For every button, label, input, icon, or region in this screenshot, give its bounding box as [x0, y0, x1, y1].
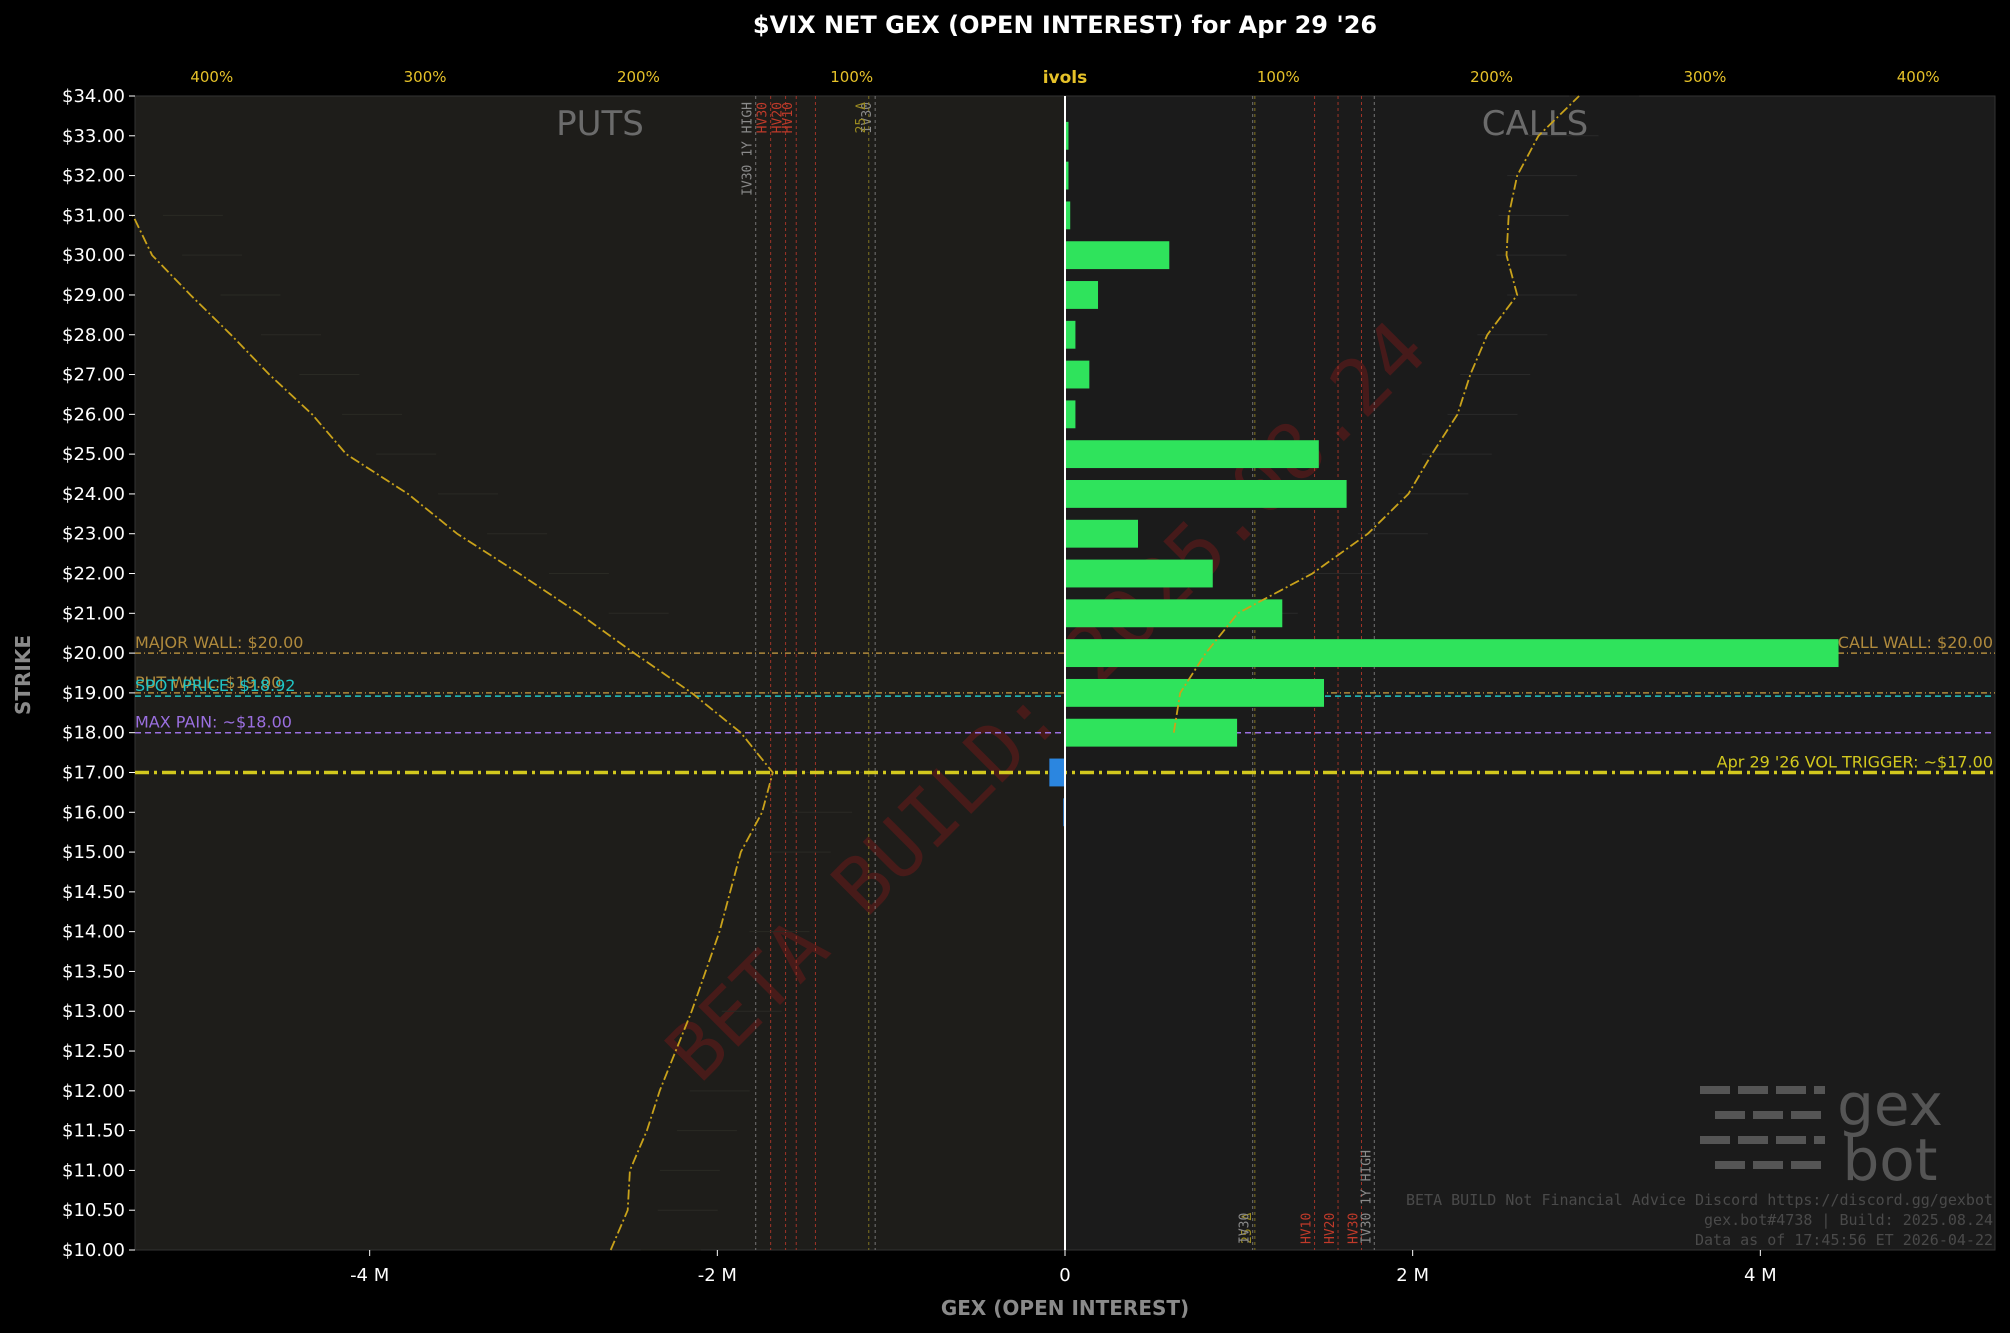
gex-bar: [1065, 400, 1076, 429]
gex-bar: [1065, 559, 1213, 588]
y-tick-label: $10.00: [62, 1240, 125, 1261]
y-tick-label: $26.00: [62, 404, 125, 425]
y-axis-title: STRIKE: [11, 635, 35, 715]
y-tick-label: $12.50: [62, 1041, 125, 1062]
ivol-tick-label: 200%: [1470, 68, 1513, 86]
chart-svg: $VIX NET GEX (OPEN INTEREST) for Apr 29 …: [11, 11, 1996, 1320]
gex-bar: [1065, 360, 1090, 389]
y-tick-label: $16.00: [62, 802, 125, 823]
ivol-line-label: HV30: [756, 102, 771, 133]
gex-bar: [1065, 718, 1238, 747]
ivol-line-label: IV30: [1238, 1213, 1253, 1244]
ivol-line-label: HV10: [1300, 1213, 1315, 1244]
gex-bar: [1065, 281, 1099, 309]
ref-line-label: MAJOR WALL: $20.00: [135, 633, 303, 652]
gex-bar: [1065, 241, 1170, 270]
gex-bar: [1065, 519, 1139, 548]
ivol-tick-label: 200%: [617, 68, 660, 86]
ivol-line-label: IV30 1Y HIGH: [1359, 1150, 1374, 1244]
logo-text: bot: [1842, 1126, 1937, 1194]
ivol-line-label: HV10: [781, 102, 796, 133]
ivol-line-label: 25 Δ: [854, 102, 869, 133]
gex-bar: [1065, 639, 1839, 668]
y-tick-label: $21.00: [62, 603, 125, 624]
gex-bar: [1065, 440, 1319, 469]
y-tick-label: $17.00: [62, 762, 125, 783]
y-tick-label: $10.50: [62, 1200, 125, 1221]
footer-line: Data as of 17:45:56 ET 2026-04-22: [1695, 1231, 1993, 1249]
y-tick-label: $29.00: [62, 285, 125, 306]
gex-bar: [1065, 599, 1283, 628]
y-tick-label: $14.50: [62, 882, 125, 903]
y-tick-label: $13.00: [62, 1001, 125, 1022]
ivol-tick-label: 100%: [1257, 68, 1300, 86]
y-tick-label: $20.00: [62, 643, 125, 664]
ivol-tick-label: 400%: [1897, 68, 1940, 86]
x-tick-label: 2 M: [1396, 1265, 1429, 1286]
ivol-tick-label: 400%: [190, 68, 233, 86]
ref-line-label: SPOT PRICE: $18.92: [135, 676, 295, 695]
y-tick-label: $18.00: [62, 723, 125, 744]
x-tick-label: -2 M: [698, 1265, 737, 1286]
y-tick-label: $11.50: [62, 1121, 125, 1142]
calls-label: CALLS: [1482, 104, 1588, 144]
y-tick-label: $34.00: [62, 86, 125, 107]
ivol-tick-label: 300%: [1683, 68, 1726, 86]
footer-line: gex.bot#4738 | Build: 2025.08.24: [1704, 1211, 1993, 1229]
ivol-line-label: HV20: [1323, 1213, 1338, 1244]
x-tick-label: -4 M: [350, 1265, 389, 1286]
y-tick-label: $12.00: [62, 1081, 125, 1102]
footer-line: BETA BUILD Not Financial Advice Discord …: [1406, 1191, 1993, 1209]
y-tick-label: $19.00: [62, 683, 125, 704]
ref-line-label: MAX PAIN: ~$18.00: [135, 713, 292, 732]
y-tick-label: $23.00: [62, 524, 125, 545]
ivol-tick-label: 300%: [404, 68, 447, 86]
y-tick-label: $27.00: [62, 365, 125, 386]
y-tick-label: $30.00: [62, 245, 125, 266]
x-tick-label: 0: [1059, 1265, 1070, 1286]
y-tick-label: $11.00: [62, 1160, 125, 1181]
y-tick-label: $31.00: [62, 205, 125, 226]
y-tick-label: $15.00: [62, 842, 125, 863]
chart-title: $VIX NET GEX (OPEN INTEREST) for Apr 29 …: [753, 11, 1377, 39]
gex-bar: [1049, 758, 1065, 787]
ivol-tick-label: 100%: [830, 68, 873, 86]
ref-line-label: CALL WALL: $20.00: [1838, 633, 1993, 652]
gex-bar: [1065, 678, 1325, 707]
x-tick-label: 4 M: [1744, 1265, 1777, 1286]
y-tick-label: $28.00: [62, 325, 125, 346]
ivol-line-label: IV30 1Y HIGH: [741, 102, 756, 196]
gex-bar: [1065, 320, 1076, 349]
plot-area: BETA BUILD: 2025.08.24PUTS CALLSIV30 1Y H…: [62, 68, 1996, 1286]
y-tick-label: $32.00: [62, 166, 125, 187]
y-tick-label: $13.50: [62, 961, 125, 982]
y-tick-label: $22.00: [62, 564, 125, 585]
y-tick-label: $25.00: [62, 444, 125, 465]
y-tick-label: $14.00: [62, 922, 125, 943]
gex-bar: [1065, 480, 1347, 508]
y-tick-label: $24.00: [62, 484, 125, 505]
x-axis-title: GEX (OPEN INTEREST): [941, 1296, 1189, 1320]
puts-label: PUTS: [556, 104, 644, 144]
gex-chart: $VIX NET GEX (OPEN INTEREST) for Apr 29 …: [0, 0, 2010, 1333]
top-axis-label: ivols: [1043, 68, 1088, 88]
ref-line-label: Apr 29 '26 VOL TRIGGER: ~$17.00: [1717, 752, 1993, 771]
y-tick-label: $33.00: [62, 126, 125, 147]
